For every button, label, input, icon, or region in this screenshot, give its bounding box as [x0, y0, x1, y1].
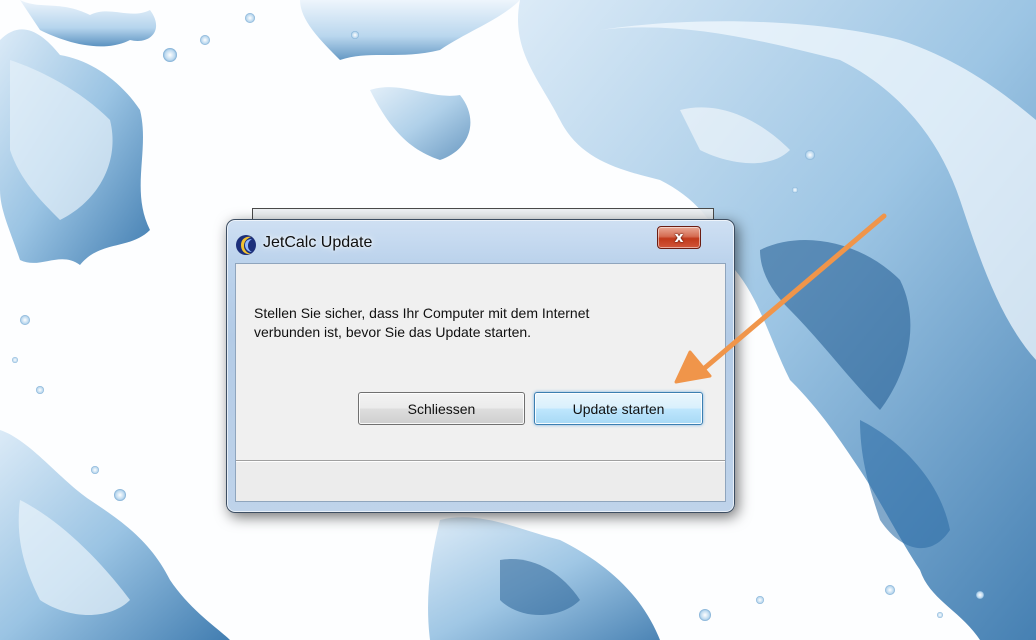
close-icon: x	[674, 229, 684, 246]
message-line-1: Stellen Sie sicher, dass Ihr Computer mi…	[254, 305, 590, 321]
status-bar	[236, 462, 725, 501]
close-window-button[interactable]: x	[657, 226, 701, 249]
dialog-message: Stellen Sie sicher, dass Ihr Computer mi…	[254, 304, 714, 342]
dialog-client-area: Stellen Sie sicher, dass Ihr Computer mi…	[235, 263, 726, 502]
jetcalc-update-dialog: JetCalc Update x Stellen Sie sicher, das…	[226, 219, 735, 513]
title-bar[interactable]: JetCalc Update x	[227, 220, 734, 264]
jetcalc-logo-icon	[236, 235, 256, 255]
schliessen-button[interactable]: Schliessen	[358, 392, 525, 425]
update-start-button[interactable]: Update starten	[534, 392, 703, 425]
desktop: JetCalc Update x Stellen Sie sicher, das…	[0, 0, 1036, 640]
dialog-title: JetCalc Update	[263, 234, 373, 251]
status-separator	[236, 460, 725, 461]
message-line-2: verbunden ist, bevor Sie das Update star…	[254, 324, 532, 340]
